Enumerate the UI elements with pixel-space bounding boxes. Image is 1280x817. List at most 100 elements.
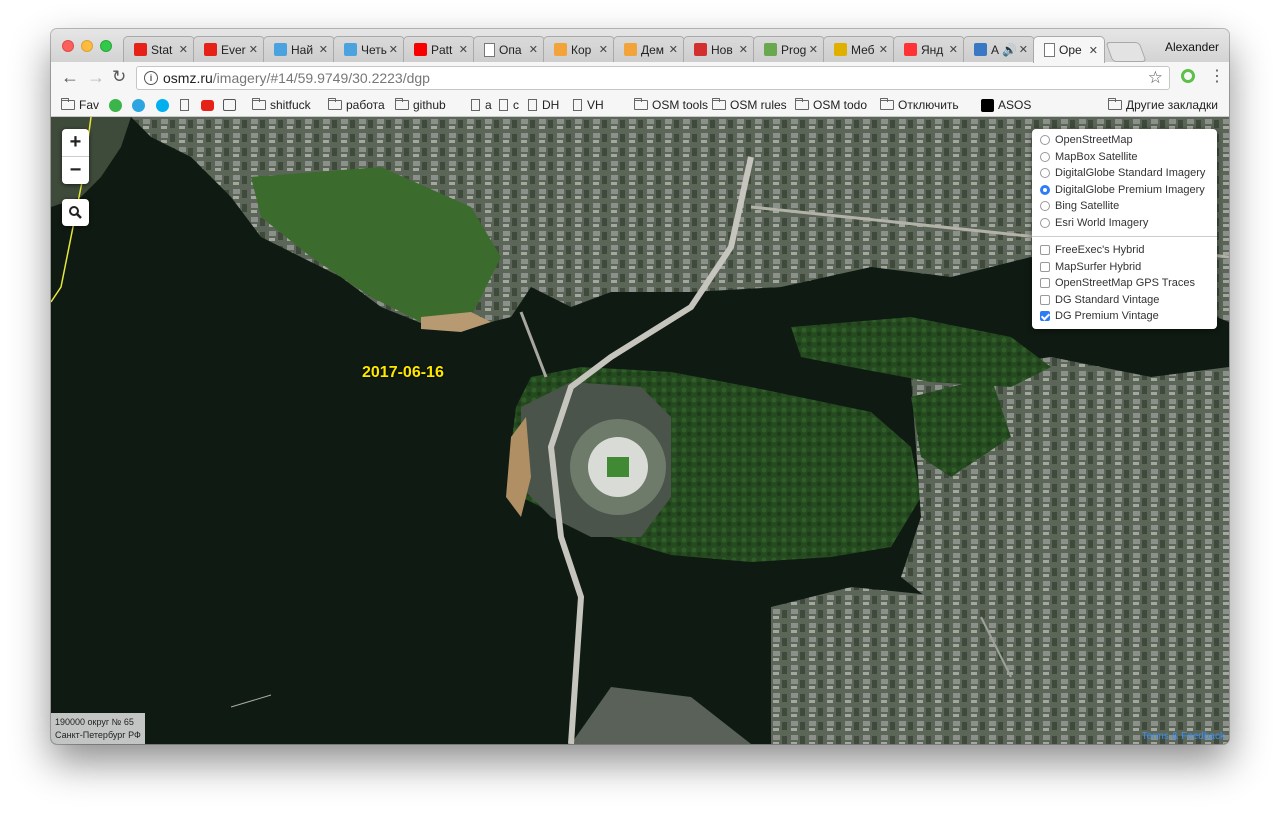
- tab-close-icon[interactable]: ✕: [879, 43, 888, 56]
- fullscreen-window-button[interactable]: [100, 40, 112, 52]
- address-bar[interactable]: i osmz.ru/imagery/#14/59.9749/30.2223/dg…: [136, 66, 1170, 90]
- tab-9[interactable]: Prog ✕: [753, 36, 825, 62]
- tab-3[interactable]: Четы ✕: [333, 36, 405, 62]
- minimize-window-button[interactable]: [81, 40, 93, 52]
- tab-close-icon[interactable]: ✕: [529, 43, 538, 56]
- bookmark-6[interactable]: [223, 97, 236, 113]
- tab-close-icon[interactable]: ✕: [949, 43, 958, 56]
- tab-1[interactable]: Ever ✕: [193, 36, 265, 62]
- search-button[interactable]: [62, 199, 89, 226]
- tab-close-icon[interactable]: ✕: [179, 43, 188, 56]
- tab-5[interactable]: Опа ✕: [473, 36, 545, 62]
- tab-close-icon[interactable]: ✕: [319, 43, 328, 56]
- checkbox[interactable]: [1040, 311, 1050, 322]
- satellite-map[interactable]: + − 2017-06-16 OpenStreetMap MapBox Satel…: [51, 117, 1229, 744]
- bookmark-0[interactable]: Fav: [61, 97, 99, 113]
- overlay-layer-option[interactable]: DG Premium Vintage: [1032, 308, 1217, 325]
- zoom-out-button[interactable]: −: [62, 157, 89, 184]
- tab-12[interactable]: А 🔊 ✕: [963, 36, 1035, 62]
- forward-button[interactable]: →: [87, 67, 105, 87]
- back-button[interactable]: ←: [61, 67, 79, 87]
- bookmark-9[interactable]: github: [395, 97, 446, 113]
- overlay-layer-option[interactable]: FreeExec's Hybrid: [1032, 242, 1217, 259]
- tab-close-icon[interactable]: ✕: [599, 43, 608, 56]
- tab-title: Янд: [921, 42, 944, 57]
- layer-label: DigitalGlobe Premium Imagery: [1055, 183, 1205, 196]
- extension-icon[interactable]: [1181, 69, 1195, 83]
- bookmark-19[interactable]: Другие закладки: [1108, 97, 1218, 113]
- page-icon: [1044, 43, 1055, 57]
- radio-button[interactable]: [1040, 151, 1050, 162]
- tab-13[interactable]: Оре ✕: [1033, 36, 1105, 63]
- bookmark-3[interactable]: [156, 97, 169, 113]
- tab-6[interactable]: Кор ✕: [543, 36, 615, 62]
- bookmark-15[interactable]: OSM rules: [712, 97, 787, 113]
- tab-close-icon[interactable]: ✕: [1089, 44, 1098, 57]
- bookmark-8[interactable]: работа: [328, 97, 385, 113]
- bookmark-11[interactable]: c: [499, 97, 519, 113]
- tab-close-icon[interactable]: ✕: [249, 43, 258, 56]
- reload-button[interactable]: ↻: [112, 67, 126, 87]
- base-layer-option[interactable]: Bing Satellite: [1032, 198, 1217, 215]
- bookmark-5[interactable]: [201, 97, 214, 113]
- base-layer-option[interactable]: OpenStreetMap: [1032, 132, 1217, 149]
- bookmark-10[interactable]: a: [471, 97, 492, 113]
- tab-2[interactable]: Най ✕: [263, 36, 335, 62]
- bookmark-13[interactable]: VH: [573, 97, 604, 113]
- checkbox[interactable]: [1040, 294, 1050, 305]
- url-text[interactable]: osmz.ru/imagery/#14/59.9749/30.2223/dgp: [163, 70, 430, 86]
- bookmark-17[interactable]: Отключить: [880, 97, 959, 113]
- checkbox[interactable]: [1040, 261, 1050, 272]
- base-layer-option[interactable]: Esri World Imagery: [1032, 215, 1217, 232]
- window-controls: [62, 40, 112, 52]
- tab-close-icon[interactable]: ✕: [669, 43, 678, 56]
- bookmark-label: OSM rules: [730, 98, 787, 112]
- base-layer-option[interactable]: MapBox Satellite: [1032, 149, 1217, 166]
- close-window-button[interactable]: [62, 40, 74, 52]
- bookmark-16[interactable]: OSM todo: [795, 97, 867, 113]
- checkbox[interactable]: [1040, 245, 1050, 256]
- zoom-in-button[interactable]: +: [62, 129, 89, 157]
- checkbox[interactable]: [1040, 278, 1050, 289]
- tab-close-icon[interactable]: ✕: [809, 43, 818, 56]
- profile-name[interactable]: Alexander: [1165, 40, 1219, 54]
- tab-8[interactable]: Нов ✕: [683, 36, 755, 62]
- radio-button[interactable]: [1040, 201, 1050, 212]
- info-icon[interactable]: i: [144, 71, 158, 85]
- radio-button[interactable]: [1040, 217, 1050, 228]
- bookmark-4[interactable]: [180, 97, 194, 113]
- lion-icon: [554, 43, 567, 56]
- bookmark-2[interactable]: [132, 97, 145, 113]
- tab-close-icon[interactable]: ✕: [1019, 43, 1028, 56]
- bookmark-7[interactable]: shitfuck: [252, 97, 311, 113]
- bookmark-1[interactable]: [109, 97, 122, 113]
- bookmark-14[interactable]: OSM tools: [634, 97, 708, 113]
- bookmark-18[interactable]: ASOS: [981, 97, 1031, 113]
- bookmark-star-icon[interactable]: ☆: [1148, 68, 1163, 88]
- tab-close-icon[interactable]: ✕: [389, 43, 398, 56]
- layer-label: OpenStreetMap: [1055, 134, 1133, 147]
- radio-button[interactable]: [1040, 168, 1050, 179]
- overlay-layer-option[interactable]: MapSurfer Hybrid: [1032, 259, 1217, 276]
- browser-menu-button[interactable]: ⋮: [1209, 66, 1225, 86]
- bookmark-12[interactable]: DH: [528, 97, 559, 113]
- new-tab-button[interactable]: [1105, 42, 1147, 62]
- base-layer-option[interactable]: DigitalGlobe Standard Imagery: [1032, 165, 1217, 182]
- tab-list: Stat ✕ Ever ✕ Най ✕ Четы ✕ Patt ✕ Опа ✕ Кор ✕ Дем ✕ Нов ✕…: [123, 36, 1147, 63]
- tab-close-icon[interactable]: ✕: [459, 43, 468, 56]
- h-icon: [344, 43, 357, 56]
- tab-4[interactable]: Patt ✕: [403, 36, 475, 62]
- overlay-layer-option[interactable]: DG Standard Vintage: [1032, 292, 1217, 309]
- district-info: 190000 округ № 65 Санкт-Петербург РФ: [51, 713, 145, 744]
- tab-0[interactable]: Stat ✕: [123, 36, 195, 62]
- radio-button[interactable]: [1040, 135, 1050, 146]
- tab-11[interactable]: Янд ✕: [893, 36, 965, 62]
- overlay-layer-option[interactable]: OpenStreetMap GPS Traces: [1032, 275, 1217, 292]
- radio-button[interactable]: [1040, 184, 1050, 195]
- tab-7[interactable]: Дем ✕: [613, 36, 685, 62]
- tab-close-icon[interactable]: ✕: [739, 43, 748, 56]
- browser-window: Stat ✕ Ever ✕ Най ✕ Четы ✕ Patt ✕ Опа ✕ Кор ✕ Дем ✕ Нов ✕…: [51, 29, 1229, 744]
- terms-link[interactable]: Terms & Feedback: [1142, 731, 1225, 742]
- tab-10[interactable]: Меб ✕: [823, 36, 895, 62]
- base-layer-option[interactable]: DigitalGlobe Premium Imagery: [1032, 182, 1217, 199]
